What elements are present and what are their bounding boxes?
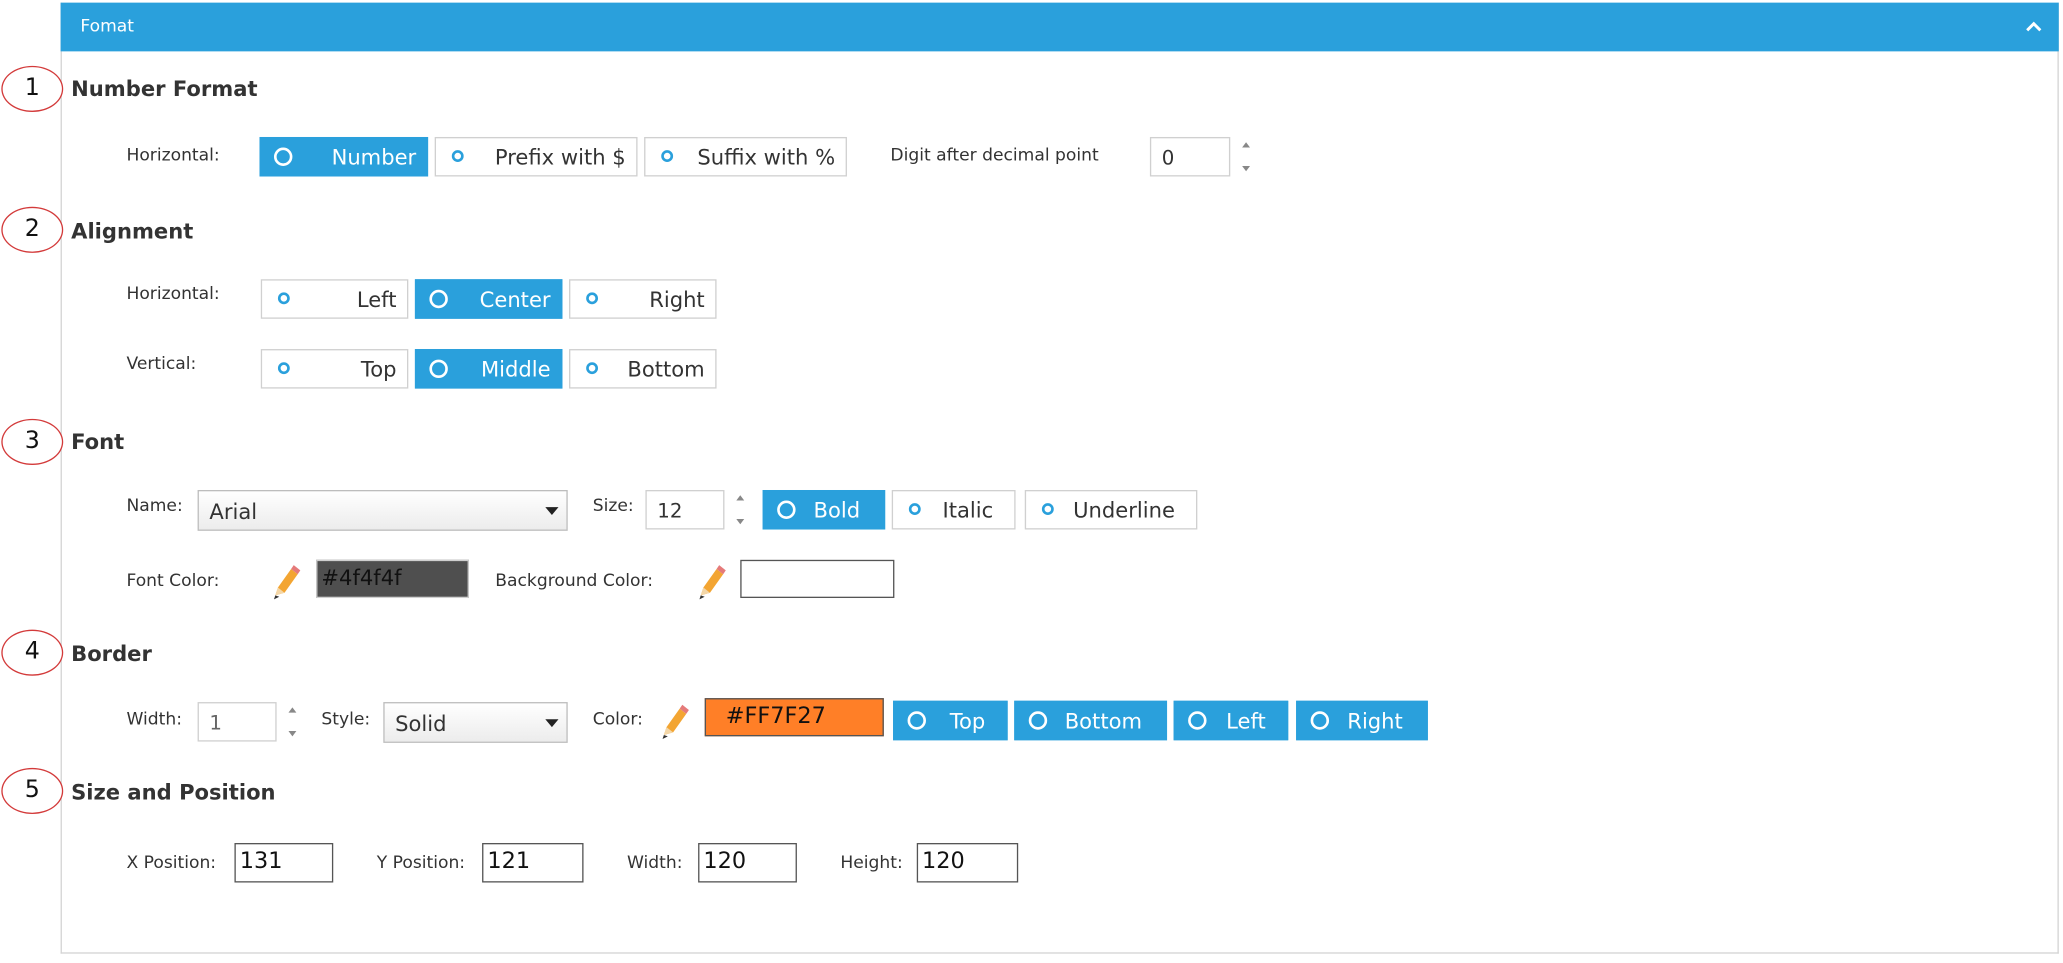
radio-icon — [661, 150, 674, 163]
border-left-option[interactable]: Left — [1173, 700, 1289, 741]
digits-input[interactable]: 0 — [1149, 136, 1231, 177]
step-4-marker: 4 — [1, 629, 64, 676]
radio-selected-icon — [907, 711, 926, 730]
width-label: Width: — [626, 853, 683, 874]
border-bottom-option[interactable]: Bottom — [1014, 700, 1168, 741]
radio-selected-icon — [777, 500, 796, 519]
border-color-swatch[interactable]: #FF7F27 — [704, 698, 884, 737]
step-1-marker: 1 — [1, 65, 64, 112]
align-center-option[interactable]: Center — [414, 279, 563, 319]
font-italic-option[interactable]: Italic — [891, 489, 1016, 530]
number-format-horizontal-label: Horizontal: — [126, 146, 220, 166]
border-style-label: Style: — [321, 709, 371, 730]
align-middle-option[interactable]: Middle — [414, 349, 563, 389]
number-format-title: Number Format — [71, 76, 258, 102]
x-position-input[interactable]: 131 — [234, 843, 334, 883]
step-3-marker: 3 — [1, 418, 64, 465]
option-number[interactable]: Number — [259, 136, 429, 177]
border-color-label: Color: — [592, 709, 643, 730]
height-input[interactable]: 120 — [916, 843, 1019, 883]
radio-selected-icon — [273, 147, 293, 166]
radio-icon — [277, 292, 290, 305]
align-left-option[interactable]: Left — [260, 279, 409, 319]
radio-selected-icon — [429, 289, 448, 309]
x-position-label: X Position: — [126, 853, 217, 874]
border-width-spinner-icon[interactable] — [286, 705, 299, 739]
border-style-select[interactable]: Solid — [383, 702, 568, 743]
digits-spinner-icon[interactable] — [1239, 140, 1252, 174]
background-color-swatch[interactable] — [740, 559, 895, 599]
step-5-marker: 5 — [1, 767, 64, 815]
radio-icon — [586, 362, 599, 375]
background-color-label: Background Color: — [495, 571, 654, 592]
height-label: Height: — [840, 853, 903, 874]
radio-selected-icon — [1028, 711, 1048, 730]
border-right-option[interactable]: Right — [1296, 700, 1428, 741]
radio-icon — [451, 150, 464, 163]
pencil-icon[interactable] — [659, 703, 691, 740]
option-prefix-dollar[interactable]: Prefix with $ — [434, 136, 638, 177]
radio-icon — [586, 292, 599, 305]
radio-selected-icon — [1310, 711, 1330, 730]
panel-title: Fomat — [80, 17, 134, 37]
border-title: Border — [71, 641, 152, 667]
chevron-down-icon — [545, 507, 559, 516]
y-position-label: Y Position: — [376, 853, 466, 874]
font-title: Font — [71, 429, 125, 455]
font-underline-option[interactable]: Underline — [1024, 489, 1198, 530]
step-2-marker: 2 — [1, 206, 64, 253]
pencil-icon[interactable] — [270, 564, 302, 601]
panel-header[interactable]: Fomat — [60, 2, 2059, 52]
border-width-input[interactable]: 1 — [197, 702, 277, 742]
radio-icon — [1041, 503, 1054, 516]
font-size-input[interactable]: 12 — [645, 489, 725, 530]
radio-selected-icon — [429, 359, 448, 379]
alignment-horizontal-label: Horizontal: — [126, 284, 220, 305]
pencil-icon[interactable] — [695, 564, 727, 601]
align-top-option[interactable]: Top — [260, 349, 409, 389]
alignment-vertical-label: Vertical: — [126, 354, 197, 375]
border-width-label: Width: — [126, 709, 182, 730]
option-suffix-percent[interactable]: Suffix with % — [644, 136, 847, 177]
radio-icon — [277, 362, 290, 375]
border-top-option[interactable]: Top — [893, 700, 1008, 741]
font-color-swatch[interactable]: #4f4f4f — [316, 559, 469, 599]
align-right-option[interactable]: Right — [569, 279, 717, 319]
size-position-title: Size and Position — [71, 779, 276, 805]
chevron-up-icon[interactable] — [2022, 14, 2046, 38]
font-bold-option[interactable]: Bold — [762, 489, 886, 530]
align-bottom-option[interactable]: Bottom — [569, 349, 717, 389]
font-name-label: Name: — [126, 496, 183, 517]
y-position-input[interactable]: 121 — [482, 843, 584, 883]
chevron-down-icon — [545, 719, 559, 728]
font-name-select[interactable]: Arial — [197, 489, 568, 531]
digits-label: Digit after decimal point — [890, 146, 1099, 166]
font-color-label: Font Color: — [126, 571, 220, 592]
width-input[interactable]: 120 — [698, 843, 797, 883]
radio-icon — [908, 503, 921, 516]
alignment-title: Alignment — [71, 218, 194, 244]
font-size-spinner-icon[interactable] — [734, 493, 747, 527]
radio-selected-icon — [1188, 711, 1207, 730]
font-size-label: Size: — [592, 496, 634, 517]
